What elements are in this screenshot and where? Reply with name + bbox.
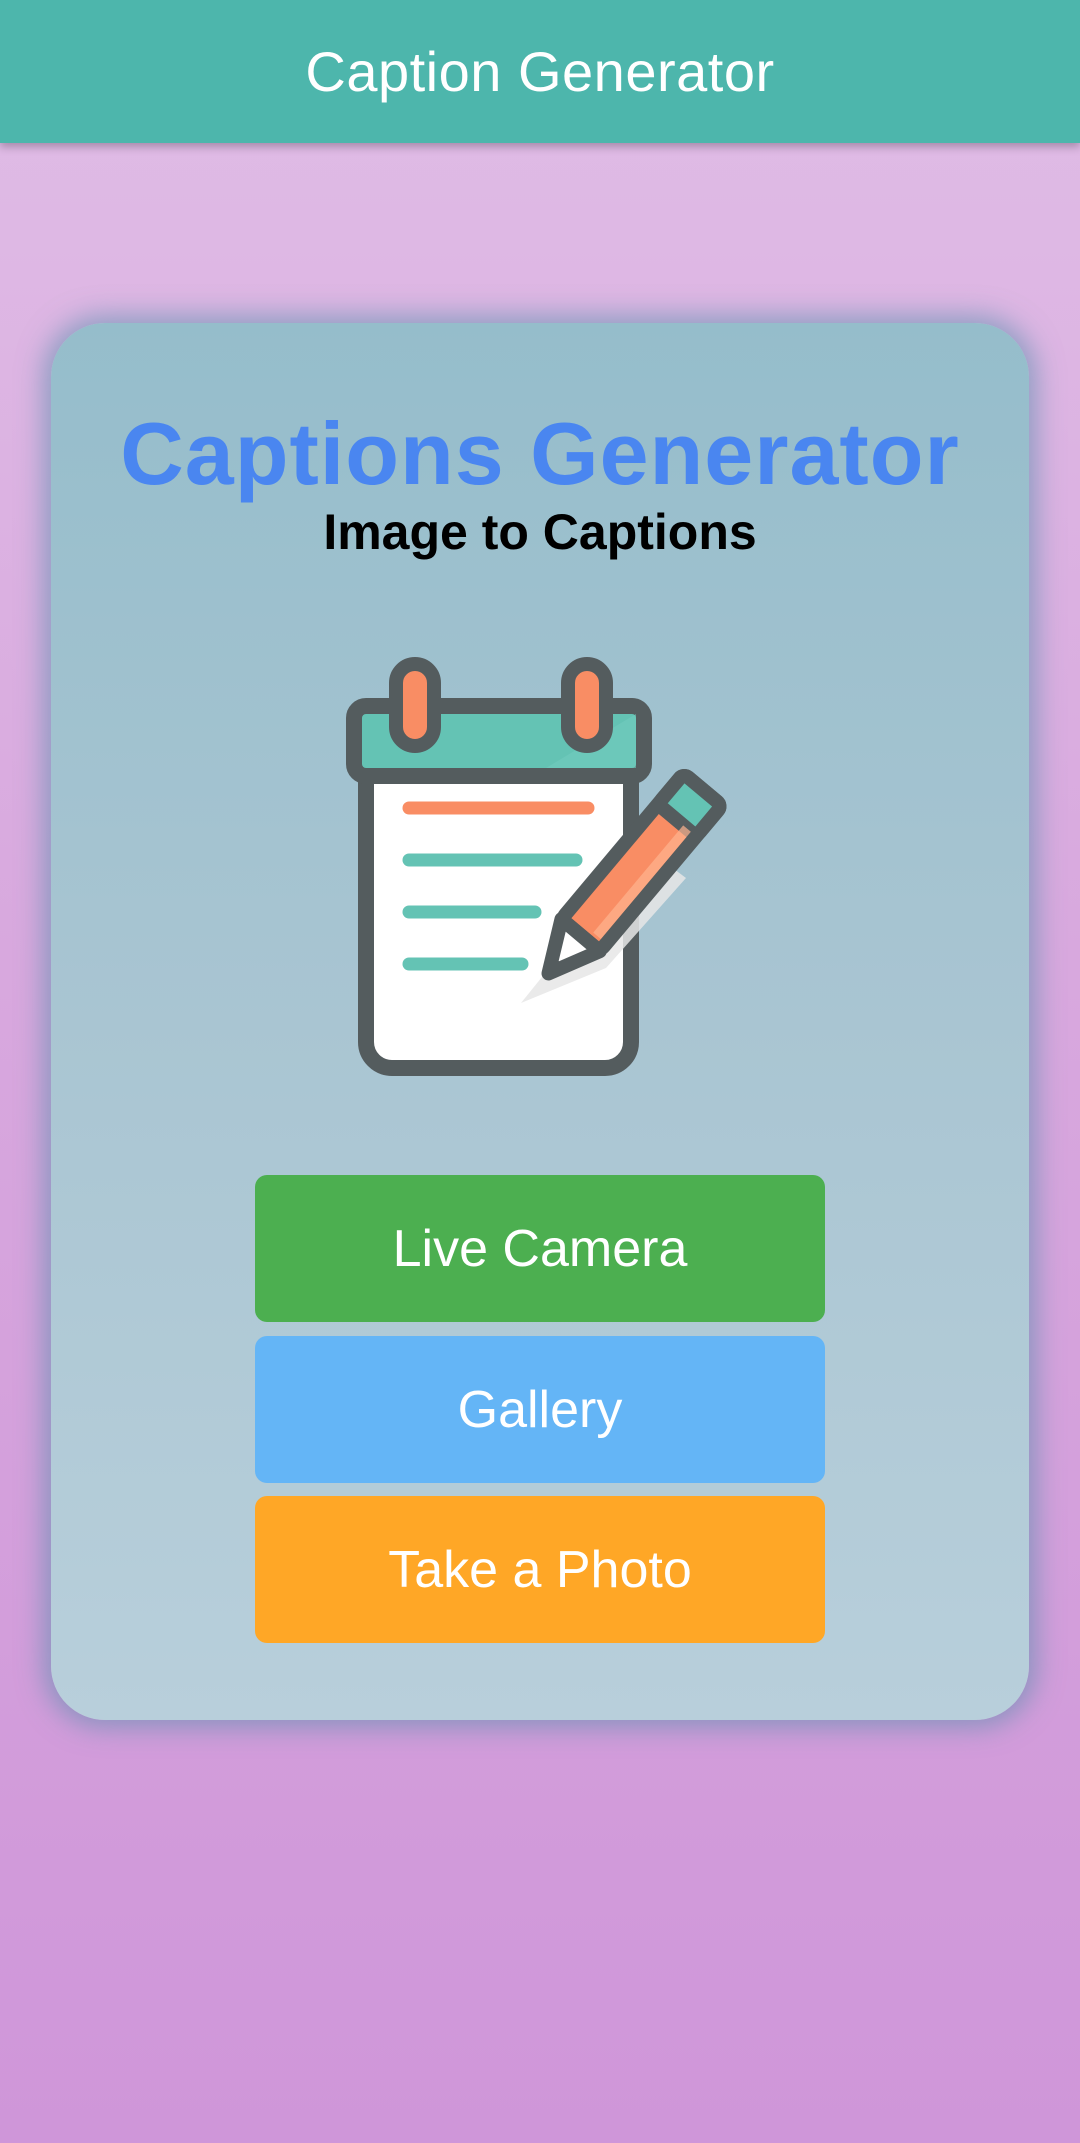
app-bar-title: Caption Generator	[305, 40, 775, 103]
take-photo-button[interactable]: Take a Photo	[255, 1496, 825, 1643]
app-bar: Caption Generator	[0, 0, 1080, 143]
main-card: Captions Generator Image to Captions Liv…	[51, 323, 1029, 1720]
gallery-button[interactable]: Gallery	[255, 1336, 825, 1483]
card-title: Captions Generator	[120, 404, 960, 503]
card-subtitle: Image to Captions	[323, 504, 757, 560]
live-camera-button[interactable]: Live Camera	[255, 1175, 825, 1322]
notepad-pencil-icon	[346, 657, 727, 1076]
